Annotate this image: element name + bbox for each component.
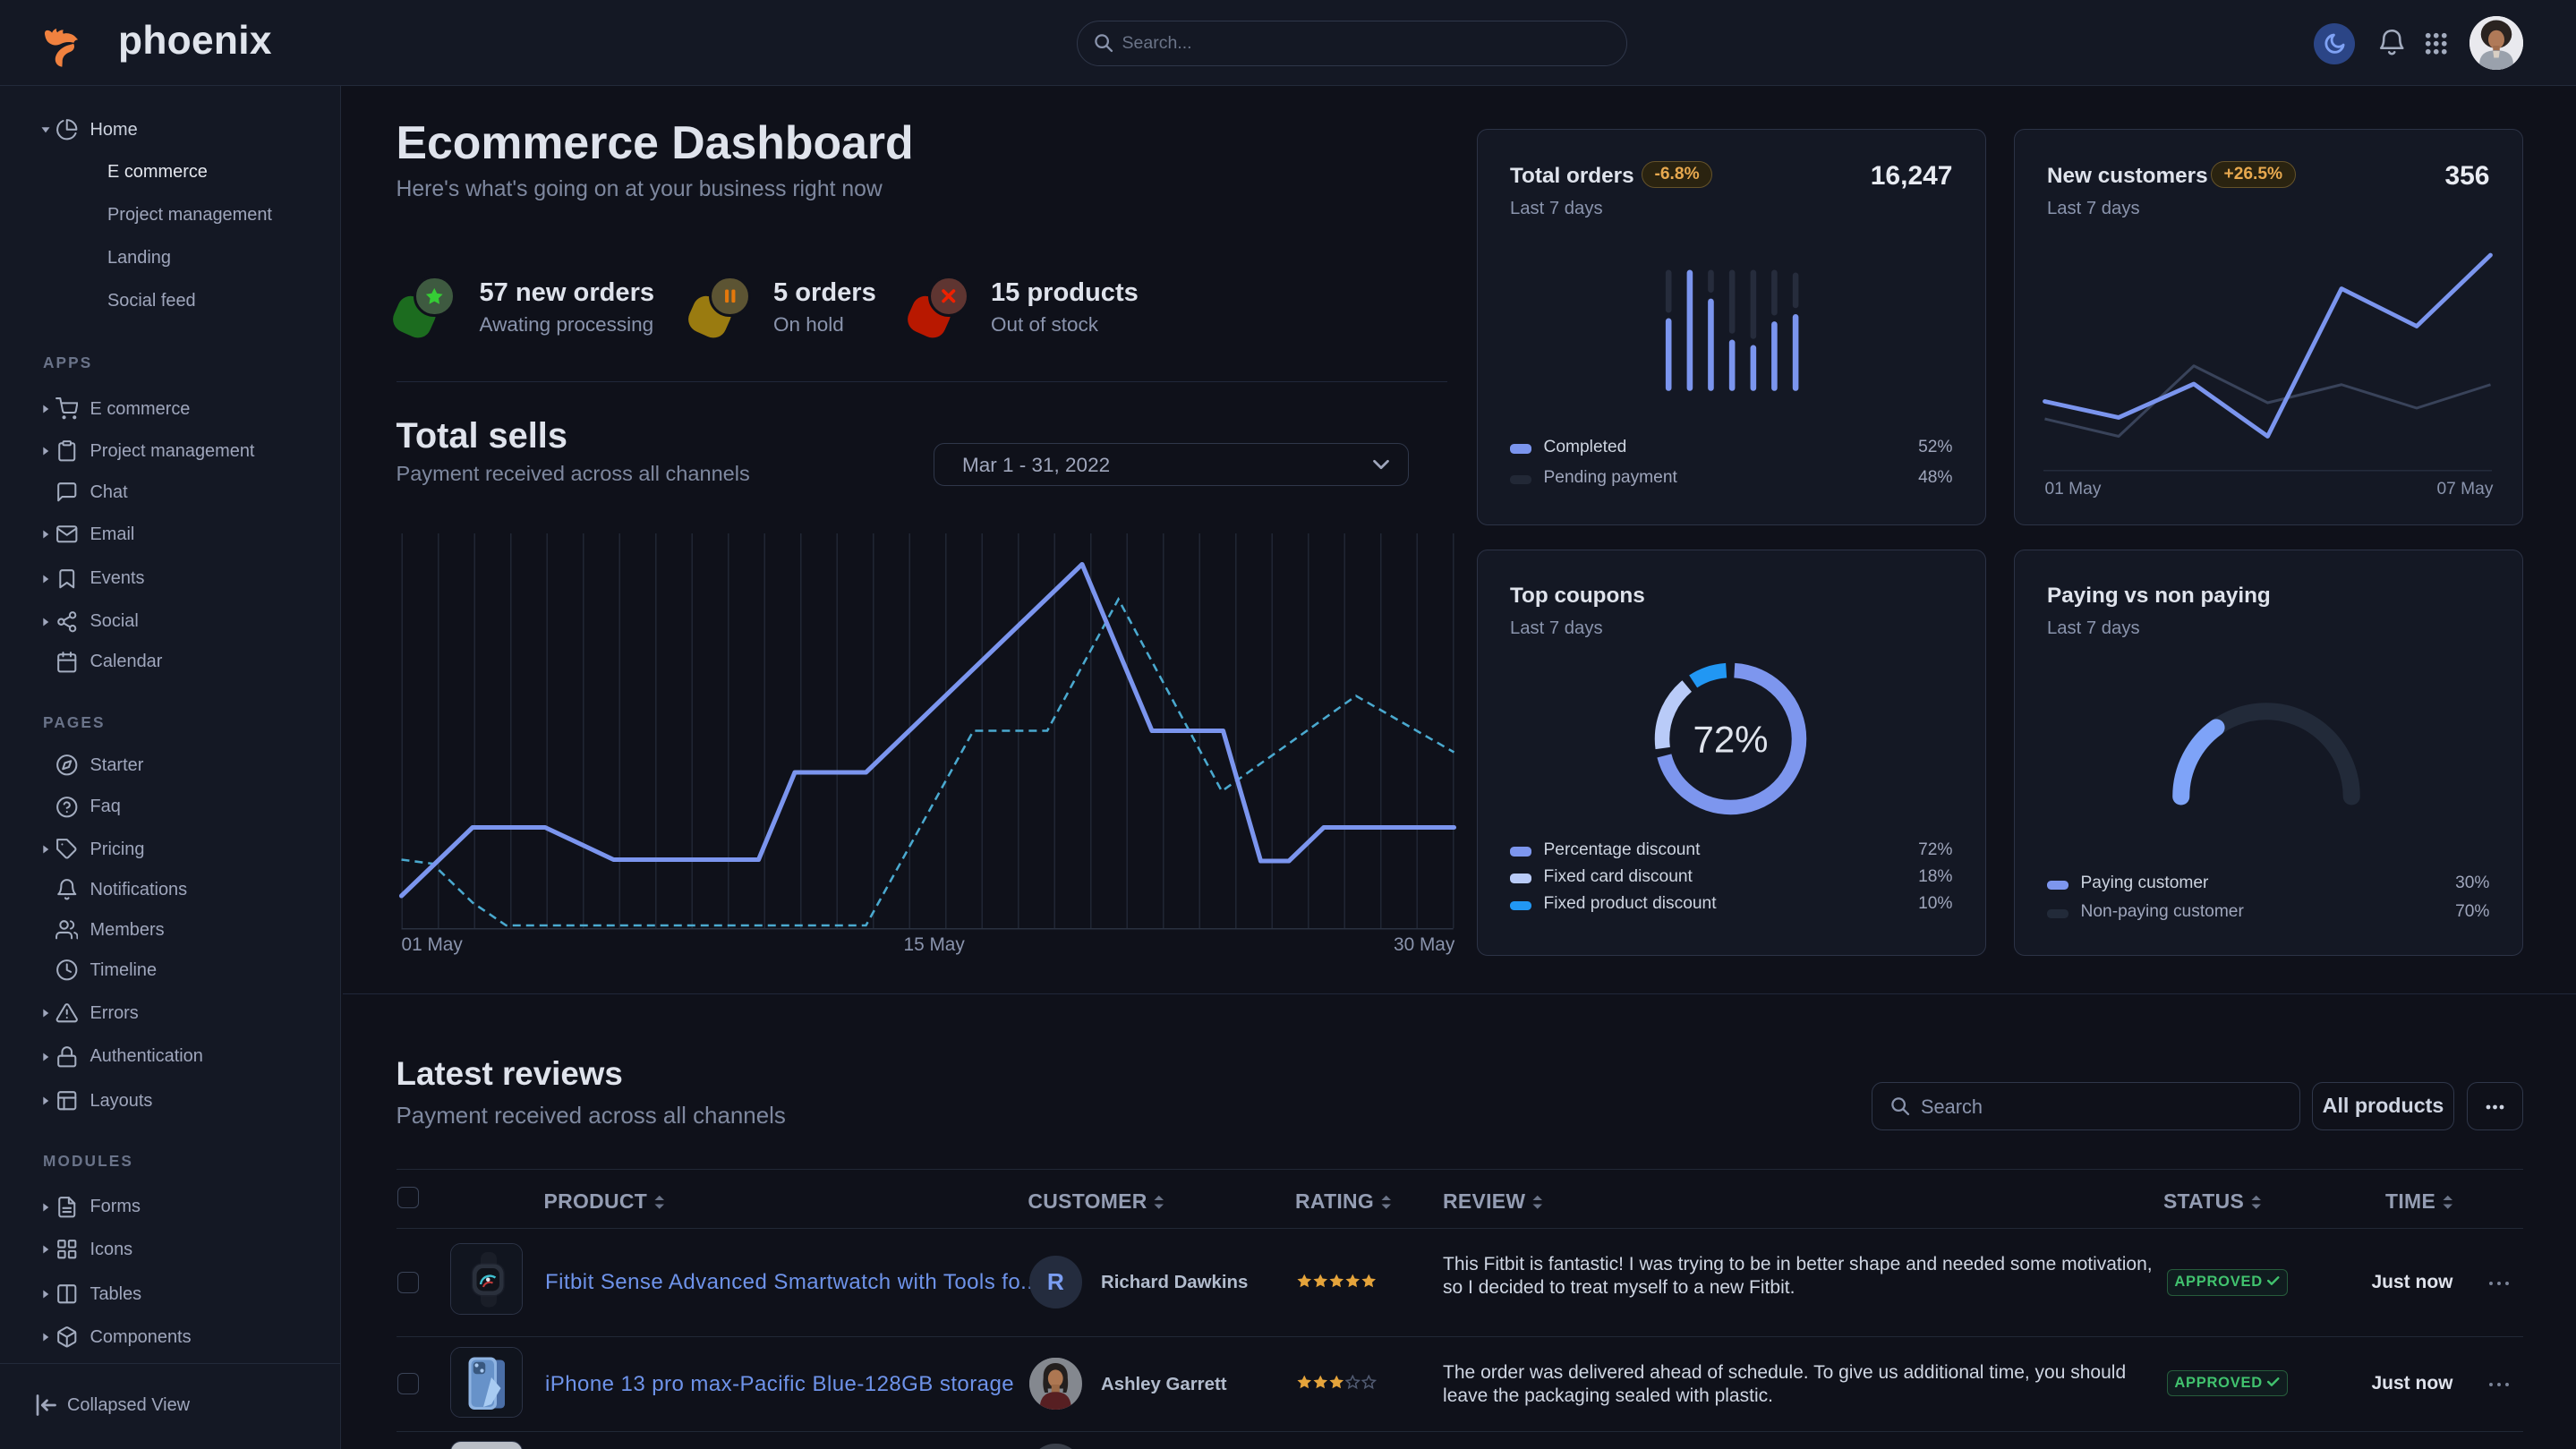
svg-text:72%: 72% <box>1693 718 1768 760</box>
